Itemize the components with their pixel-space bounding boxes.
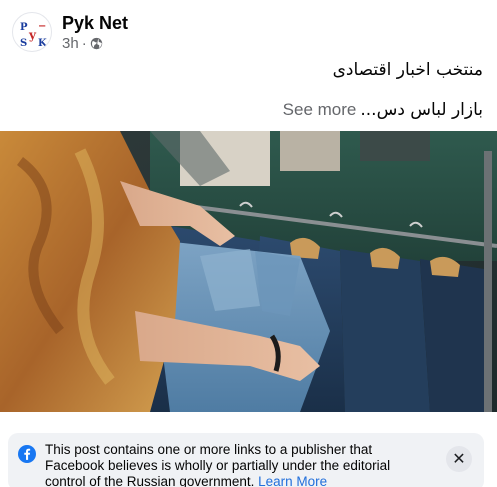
post-header: P − y S K Pyk Net 3h · xyxy=(12,8,128,56)
post-image[interactable] xyxy=(0,131,497,412)
avatar-letter: P xyxy=(20,22,28,33)
state-media-notice: This post contains one or more links to … xyxy=(8,433,484,487)
avatar-letter: S xyxy=(20,38,28,49)
globe-icon xyxy=(90,37,102,50)
page-avatar[interactable]: P − y S K xyxy=(12,12,52,52)
post-meta: Pyk Net 3h · xyxy=(62,12,128,53)
caption-truncated-text: بازار لباس دس... xyxy=(360,100,483,120)
avatar-letter: K xyxy=(38,38,47,49)
timestamp-row: 3h · xyxy=(62,35,128,53)
see-more-link[interactable]: See more xyxy=(283,100,357,120)
notice-text: This post contains one or more links to … xyxy=(45,442,391,487)
learn-more-link[interactable]: Learn More xyxy=(258,474,327,487)
notice-message: This post contains one or more links to … xyxy=(45,442,425,487)
separator-dot: · xyxy=(81,34,87,52)
close-notice-button[interactable]: ✕ xyxy=(446,446,472,472)
close-icon: ✕ xyxy=(452,451,466,468)
post-time[interactable]: 3h xyxy=(62,35,79,53)
post-caption-headline: منتخب اخبار اقتصادی xyxy=(332,60,483,80)
post-caption-body: بازار لباس دس... See more xyxy=(283,100,483,120)
clothing-rack-photo xyxy=(0,131,497,412)
avatar-letter: − xyxy=(38,21,47,32)
facebook-icon xyxy=(18,445,36,463)
page-name[interactable]: Pyk Net xyxy=(62,12,128,34)
avatar-letter: y xyxy=(29,28,36,42)
